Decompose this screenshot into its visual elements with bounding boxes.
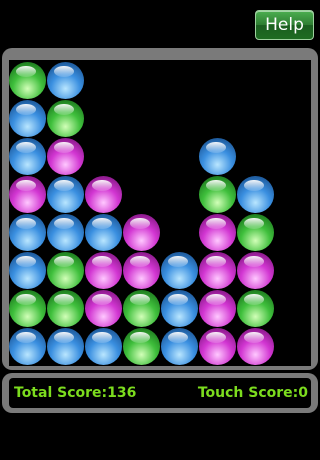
green-bubble[interactable] xyxy=(47,252,84,289)
blue-bubble[interactable] xyxy=(161,328,198,365)
magenta-bubble[interactable] xyxy=(199,252,236,289)
blue-bubble[interactable] xyxy=(9,252,46,289)
magenta-bubble[interactable] xyxy=(47,138,84,175)
magenta-bubble[interactable] xyxy=(9,176,46,213)
game-board xyxy=(9,60,311,366)
magenta-bubble[interactable] xyxy=(199,328,236,365)
magenta-bubble[interactable] xyxy=(85,252,122,289)
magenta-bubble[interactable] xyxy=(85,176,122,213)
blue-bubble[interactable] xyxy=(161,290,198,327)
blue-bubble[interactable] xyxy=(47,214,84,251)
total-score: Total Score:136 xyxy=(14,385,137,401)
magenta-bubble[interactable] xyxy=(237,328,274,365)
blue-bubble[interactable] xyxy=(85,328,122,365)
green-bubble[interactable] xyxy=(123,290,160,327)
blue-bubble[interactable] xyxy=(9,328,46,365)
green-bubble[interactable] xyxy=(237,290,274,327)
green-bubble[interactable] xyxy=(47,100,84,137)
blue-bubble[interactable] xyxy=(9,100,46,137)
green-bubble[interactable] xyxy=(123,328,160,365)
magenta-bubble[interactable] xyxy=(123,252,160,289)
magenta-bubble[interactable] xyxy=(199,214,236,251)
magenta-bubble[interactable] xyxy=(237,252,274,289)
green-bubble[interactable] xyxy=(9,62,46,99)
magenta-bubble[interactable] xyxy=(123,214,160,251)
magenta-bubble[interactable] xyxy=(85,290,122,327)
magenta-bubble[interactable] xyxy=(199,290,236,327)
green-bubble[interactable] xyxy=(9,290,46,327)
blue-bubble[interactable] xyxy=(199,138,236,175)
green-bubble[interactable] xyxy=(237,214,274,251)
help-button[interactable]: Help xyxy=(255,10,314,40)
green-bubble[interactable] xyxy=(47,290,84,327)
green-bubble[interactable] xyxy=(199,176,236,213)
blue-bubble[interactable] xyxy=(161,252,198,289)
blue-bubble[interactable] xyxy=(237,176,274,213)
touch-score: Touch Score:0 xyxy=(197,385,308,401)
blue-bubble[interactable] xyxy=(85,214,122,251)
blue-bubble[interactable] xyxy=(47,62,84,99)
blue-bubble[interactable] xyxy=(9,138,46,175)
blue-bubble[interactable] xyxy=(9,214,46,251)
game-screen: Help Total Score:136 Touch Score:0 xyxy=(0,0,320,460)
blue-bubble[interactable] xyxy=(47,328,84,365)
blue-bubble[interactable] xyxy=(47,176,84,213)
